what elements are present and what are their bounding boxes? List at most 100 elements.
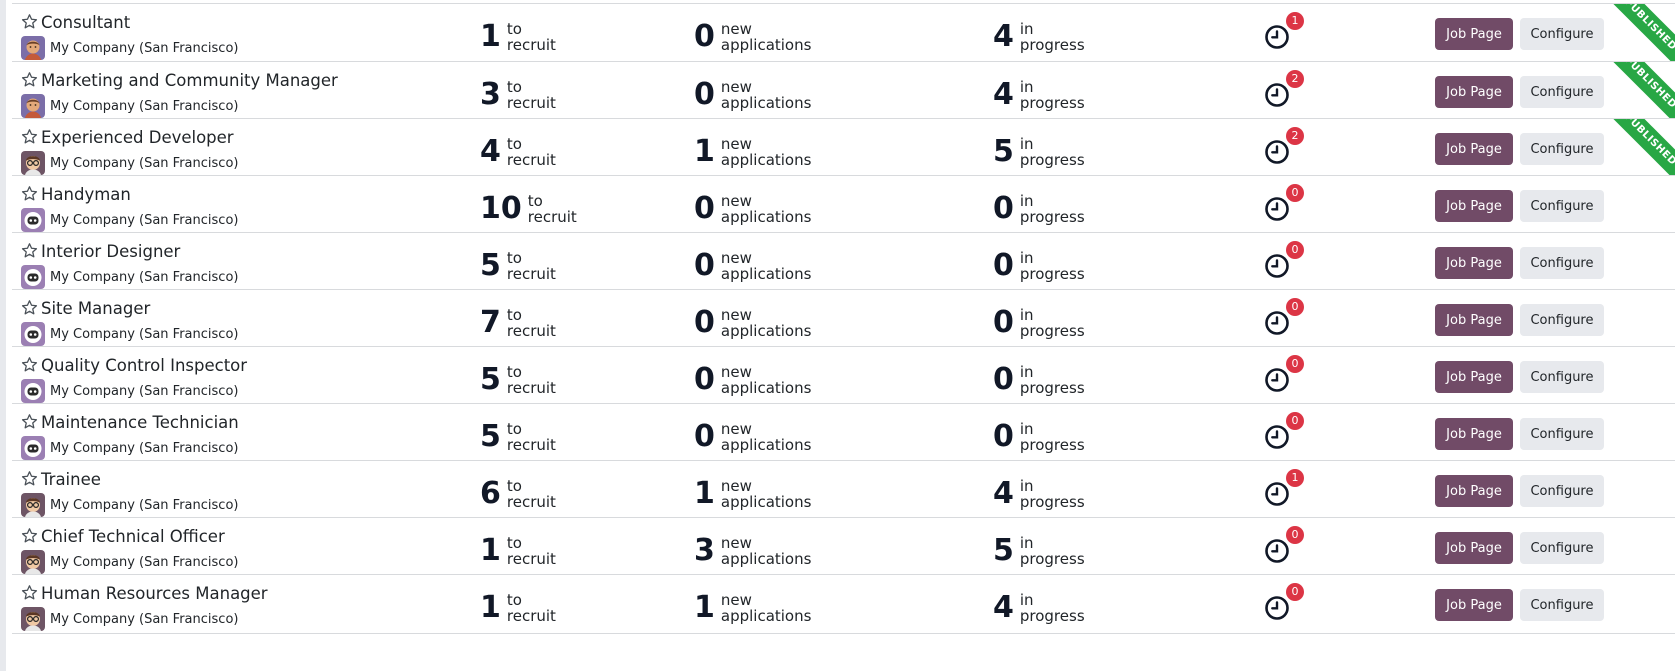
to-recruit-stat[interactable]: 3 to recruit xyxy=(480,79,556,111)
job-page-button[interactable]: Job Page xyxy=(1435,475,1513,507)
clock-icon[interactable] xyxy=(1264,538,1290,564)
in-progress-stat[interactable]: 0 in progress xyxy=(993,193,1085,225)
configure-button[interactable]: Configure xyxy=(1520,475,1604,507)
job-page-button[interactable]: Job Page xyxy=(1435,532,1513,564)
in-progress-stat[interactable]: 0 in progress xyxy=(993,421,1085,453)
configure-button[interactable]: Configure xyxy=(1520,190,1604,222)
clock-icon[interactable] xyxy=(1264,253,1290,279)
new-applications-stat[interactable]: 1 new applications xyxy=(694,136,811,168)
job-row[interactable]: Site Manager My Company (San Francisco) … xyxy=(12,289,1675,349)
star-icon[interactable] xyxy=(21,185,38,202)
job-title[interactable]: Maintenance Technician xyxy=(41,413,239,432)
job-title[interactable]: Chief Technical Officer xyxy=(41,527,225,546)
to-recruit-stat[interactable]: 7 to recruit xyxy=(480,307,556,339)
clock-icon[interactable] xyxy=(1264,310,1290,336)
new-applications-stat[interactable]: 1 new applications xyxy=(694,478,811,510)
job-row[interactable]: Chief Technical Officer My Company (San … xyxy=(12,517,1675,577)
job-title[interactable]: Trainee xyxy=(41,470,101,489)
in-progress-stat[interactable]: 0 in progress xyxy=(993,250,1085,282)
job-page-button[interactable]: Job Page xyxy=(1435,361,1513,393)
job-page-button[interactable]: Job Page xyxy=(1435,247,1513,279)
clock-icon[interactable] xyxy=(1264,481,1290,507)
in-progress-stat[interactable]: 4 in progress xyxy=(993,478,1085,510)
job-title[interactable]: Interior Designer xyxy=(41,242,180,261)
job-page-button[interactable]: Job Page xyxy=(1435,133,1513,165)
star-icon[interactable] xyxy=(21,242,38,259)
job-page-button[interactable]: Job Page xyxy=(1435,304,1513,336)
job-row[interactable]: Trainee My Company (San Francisco) 6 to r… xyxy=(12,460,1675,520)
star-icon[interactable] xyxy=(21,13,38,30)
clock-icon[interactable] xyxy=(1264,196,1290,222)
in-progress-stat[interactable]: 0 in progress xyxy=(993,307,1085,339)
job-row[interactable]: Consultant My Company (San Francisco) 1 … xyxy=(12,3,1675,63)
new-applications-stat[interactable]: 0 new applications xyxy=(694,364,811,396)
star-icon[interactable] xyxy=(21,470,38,487)
job-title[interactable]: Handyman xyxy=(41,185,131,204)
job-page-button[interactable]: Job Page xyxy=(1435,18,1513,50)
job-title[interactable]: Consultant xyxy=(41,13,130,32)
configure-button[interactable]: Configure xyxy=(1520,532,1604,564)
new-applications-stat[interactable]: 0 new applications xyxy=(694,79,811,111)
in-progress-stat[interactable]: 0 in progress xyxy=(993,364,1085,396)
star-icon[interactable] xyxy=(21,71,38,88)
star-icon[interactable] xyxy=(21,356,38,373)
new-applications-stat[interactable]: 0 new applications xyxy=(694,307,811,339)
job-page-button[interactable]: Job Page xyxy=(1435,418,1513,450)
clock-icon[interactable] xyxy=(1264,139,1290,165)
job-row[interactable]: Handyman My Company (San Francisco) 10 t… xyxy=(12,175,1675,235)
star-icon[interactable] xyxy=(21,128,38,145)
job-title[interactable]: Experienced Developer xyxy=(41,128,234,147)
job-row[interactable]: Experienced Developer My Company (San Fr… xyxy=(12,118,1675,178)
job-row[interactable]: Human Resources Manager My Company (San … xyxy=(12,574,1675,634)
configure-button[interactable]: Configure xyxy=(1520,361,1604,393)
to-recruit-stat[interactable]: 5 to recruit xyxy=(480,421,556,453)
job-page-button[interactable]: Job Page xyxy=(1435,589,1513,621)
new-applications-stat[interactable]: 0 new applications xyxy=(694,193,811,225)
job-title[interactable]: Marketing and Community Manager xyxy=(41,71,338,90)
configure-button[interactable]: Configure xyxy=(1520,589,1604,621)
to-recruit-stat[interactable]: 5 to recruit xyxy=(480,364,556,396)
job-row[interactable]: Marketing and Community Manager My Compa… xyxy=(12,61,1675,121)
new-applications-stat[interactable]: 0 new applications xyxy=(694,421,811,453)
star-icon[interactable] xyxy=(21,299,38,316)
clock-icon[interactable] xyxy=(1264,24,1290,50)
in-progress-stat[interactable]: 5 in progress xyxy=(993,136,1085,168)
to-recruit-stat[interactable]: 1 to recruit xyxy=(480,21,556,53)
star-icon[interactable] xyxy=(21,413,38,430)
clock-icon[interactable] xyxy=(1264,82,1290,108)
configure-button[interactable]: Configure xyxy=(1520,247,1604,279)
configure-button[interactable]: Configure xyxy=(1520,18,1604,50)
job-page-button[interactable]: Job Page xyxy=(1435,76,1513,108)
in-progress-stat[interactable]: 4 in progress xyxy=(993,21,1085,53)
to-recruit-stat[interactable]: 1 to recruit xyxy=(480,535,556,567)
job-title[interactable]: Site Manager xyxy=(41,299,150,318)
new-applications-stat[interactable]: 0 new applications xyxy=(694,21,811,53)
in-progress-stat[interactable]: 4 in progress xyxy=(993,79,1085,111)
job-row[interactable]: Interior Designer My Company (San Franci… xyxy=(12,232,1675,292)
to-recruit-stat[interactable]: 6 to recruit xyxy=(480,478,556,510)
configure-button[interactable]: Configure xyxy=(1520,418,1604,450)
star-icon[interactable] xyxy=(21,584,38,601)
job-title[interactable]: Quality Control Inspector xyxy=(41,356,247,375)
in-progress-stat[interactable]: 4 in progress xyxy=(993,592,1085,624)
configure-button[interactable]: Configure xyxy=(1520,133,1604,165)
job-row[interactable]: Quality Control Inspector My Company (Sa… xyxy=(12,346,1675,406)
new-applications-stat[interactable]: 1 new applications xyxy=(694,592,811,624)
to-recruit-stat[interactable]: 5 to recruit xyxy=(480,250,556,282)
to-recruit-stat[interactable]: 4 to recruit xyxy=(480,136,556,168)
job-page-button[interactable]: Job Page xyxy=(1435,190,1513,222)
job-title[interactable]: Human Resources Manager xyxy=(41,584,268,603)
clock-icon[interactable] xyxy=(1264,424,1290,450)
to-recruit-stat[interactable]: 10 to recruit xyxy=(480,193,577,225)
in-progress-stat[interactable]: 5 in progress xyxy=(993,535,1085,567)
to-recruit-label-2: recruit xyxy=(506,94,556,112)
new-applications-stat[interactable]: 0 new applications xyxy=(694,250,811,282)
job-row[interactable]: Maintenance Technician My Company (San F… xyxy=(12,403,1675,463)
new-applications-stat[interactable]: 3 new applications xyxy=(694,535,811,567)
configure-button[interactable]: Configure xyxy=(1520,304,1604,336)
configure-button[interactable]: Configure xyxy=(1520,76,1604,108)
star-icon[interactable] xyxy=(21,527,38,544)
to-recruit-stat[interactable]: 1 to recruit xyxy=(480,592,556,624)
clock-icon[interactable] xyxy=(1264,595,1290,621)
clock-icon[interactable] xyxy=(1264,367,1290,393)
